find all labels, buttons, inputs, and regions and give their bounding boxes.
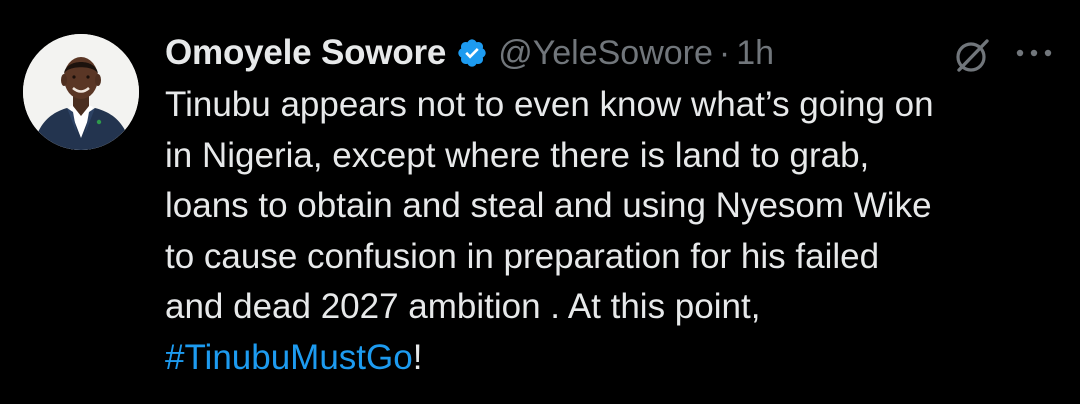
final-punctuation: ! bbox=[412, 337, 423, 377]
separator-dot: · bbox=[718, 33, 731, 72]
tweet-line: loans to obtain and steal and using Nyes… bbox=[165, 186, 932, 225]
timestamp[interactable]: 1h bbox=[736, 34, 774, 73]
more-options-icon[interactable] bbox=[1012, 38, 1056, 68]
grok-icon[interactable] bbox=[952, 36, 992, 76]
tweet-line: in Nigeria, except where there is land t… bbox=[165, 135, 870, 175]
tweet[interactable]: Omoyele Sowore @YeleSowore · 1h Tinubu a… bbox=[0, 0, 1080, 404]
display-name[interactable]: Omoyele Sowore bbox=[165, 33, 446, 73]
hashtag-link[interactable]: #TinubuMustGo bbox=[165, 338, 413, 377]
tweet-line: Tinubu appears not to even know what’s g… bbox=[165, 85, 934, 124]
avatar-portrait bbox=[23, 34, 139, 150]
tweet-line: to cause confusion in preparation for hi… bbox=[165, 236, 880, 276]
avatar[interactable] bbox=[23, 34, 139, 150]
tweet-line: and dead 2027 ambition . At this point, bbox=[165, 287, 761, 326]
tweet-text: Tinubu appears not to even know what’s g… bbox=[165, 80, 1065, 383]
verified-badge-icon[interactable] bbox=[456, 37, 488, 69]
tweet-last-line: #TinubuMustGo! bbox=[165, 333, 1065, 384]
user-handle[interactable]: @YeleSowore bbox=[498, 34, 713, 73]
tweet-header: Omoyele Sowore @YeleSowore · 1h bbox=[165, 30, 774, 76]
